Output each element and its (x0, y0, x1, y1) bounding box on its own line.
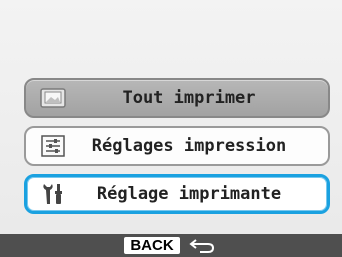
print-settings-icon (38, 133, 68, 159)
tout-imprimer-button[interactable]: Tout imprimer (24, 78, 330, 118)
reglage-imprimante-button[interactable]: Réglage imprimante (24, 174, 330, 214)
footer-bar: BACK (0, 234, 342, 257)
reglages-impression-label: Réglages impression (91, 136, 287, 156)
printer-menu-screen: Tout imprimer Réglages impression Réglag… (0, 0, 342, 257)
back-button[interactable]: BACK (124, 237, 180, 254)
tout-imprimer-label: Tout imprimer (122, 88, 256, 108)
reglage-imprimante-label: Réglage imprimante (96, 184, 282, 204)
print-all-icon (38, 85, 68, 111)
return-arrow-icon (188, 237, 218, 255)
printer-settings-tools-icon (39, 181, 69, 207)
reglages-impression-button[interactable]: Réglages impression (24, 126, 330, 166)
